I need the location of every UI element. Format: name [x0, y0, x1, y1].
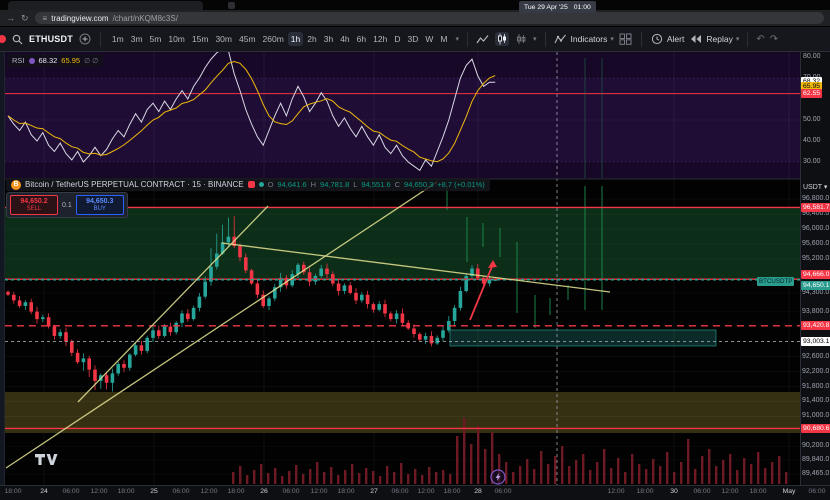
time-axis-tick: 12:00	[715, 488, 745, 495]
quantity-field[interactable]: 0.1	[62, 202, 72, 209]
time-axis-tick: 18:00	[331, 488, 361, 495]
rsi-level-label: 62.55	[801, 89, 822, 98]
time-axis-tick: 06:00	[56, 488, 86, 495]
time-axis-tick: 06:00	[488, 488, 518, 495]
rsi-axis-tick: 80.00	[803, 53, 821, 60]
time-axis-tick: 18:00	[630, 488, 660, 495]
tradingview-logo[interactable]	[34, 452, 60, 467]
sell-button[interactable]: 94,650.2 SELL	[10, 195, 58, 215]
rsi-axis-tick: 40.00	[803, 137, 821, 144]
price-level-label: 90,680.6	[801, 424, 830, 433]
ohlc-h-value: 94,781.8	[320, 180, 349, 189]
time-axis-tick: 12:00	[84, 488, 114, 495]
ohlc-change: +8.7 (+0.01%)	[437, 180, 485, 189]
time-axis-tick: 06:00	[687, 488, 717, 495]
time-axis-tick: 26	[249, 488, 279, 495]
price-level-label: 94,666.0	[801, 270, 830, 279]
sell-label: SELL	[27, 206, 42, 212]
time-axis-tick: 06:00	[166, 488, 196, 495]
time-axis-tick: 12:00	[194, 488, 224, 495]
crosshair-date: Tue 29 Apr '25	[524, 4, 568, 11]
time-axis-tick: 12:00	[304, 488, 334, 495]
chart-canvas[interactable]	[0, 0, 830, 500]
price-axis-tick: 90,200.0	[802, 442, 829, 449]
sell-price: 94,650.2	[20, 198, 47, 205]
rsi-axis-tick: 30.00	[803, 158, 821, 165]
symbol-title: Bitcoin / TetherUS PERPETUAL CONTRACT · …	[25, 180, 244, 189]
ohlc-c-label: C	[395, 180, 400, 189]
crosshair-time: 01:00	[574, 4, 591, 11]
time-axis-tick: 12:00	[601, 488, 631, 495]
left-toolbar-strip	[0, 52, 5, 500]
ohlc-h-label: H	[311, 180, 316, 189]
lightning-marker	[491, 470, 505, 484]
ohlc-o-value: 94,641.6	[277, 180, 306, 189]
rsi-ma-value: 65.95	[61, 56, 80, 65]
rsi-extra-values: ∅ ∅	[84, 57, 98, 65]
price-axis-tick: 89,840.0	[802, 456, 829, 463]
price-axis-tick: 89,465.0	[802, 470, 829, 477]
time-axis-tick: 18:00	[0, 488, 28, 495]
price-axis-currency[interactable]: USDT ▾	[803, 183, 827, 191]
rsi-axis-tick: 50.00	[803, 116, 821, 123]
rsi-label: RSI	[12, 56, 25, 65]
ohlc-c-value: 94,650.3	[404, 180, 433, 189]
ohlc-o-label: O	[268, 180, 274, 189]
crosshair-time-label: Tue 29 Apr '25 01:00	[519, 1, 596, 13]
price-axis-tick: 92,200.0	[802, 368, 829, 375]
price-axis-tick: 96,800.0	[802, 195, 829, 202]
app-window: → ↻ ≡ tradingview.com/chart/nKQM8c3S/ ET…	[0, 0, 830, 500]
time-axis-tick: 30	[659, 488, 689, 495]
time-axis-tick: 18:00	[111, 488, 141, 495]
symbol-price-tag: BTCUSDTP	[757, 277, 794, 286]
buy-button[interactable]: 94,650.3 BUY	[76, 195, 124, 215]
time-axis-tick: 18:00	[221, 488, 251, 495]
time-axis-tick: 06:00	[276, 488, 306, 495]
price-axis-tick: 96,000.0	[802, 225, 829, 232]
price-axis-tick: 91,000.0	[802, 412, 829, 419]
price-axis-tick: 93,800.0	[802, 308, 829, 315]
consolidation-box	[450, 330, 716, 346]
rsi-value: 68.32	[39, 56, 58, 65]
rsi-legend[interactable]: RSI 68.32 65.95 ∅ ∅	[7, 54, 103, 67]
time-axis-tick: 18:00	[743, 488, 773, 495]
price-level-label: 93,420.8	[801, 321, 830, 330]
order-panel: 94,650.2 SELL 0.1 94,650.3 BUY	[6, 192, 128, 218]
price-axis-tick: 95,200.0	[802, 255, 829, 262]
time-axis-tick: 25	[139, 488, 169, 495]
buy-price: 94,650.3	[86, 198, 113, 205]
price-level-label: 93,003.1	[801, 337, 830, 346]
price-level-label: 94,650.1	[801, 281, 830, 290]
ohlc-l-label: L	[353, 180, 357, 189]
rsi-source-dot-icon	[29, 58, 35, 64]
price-axis-tick: 91,800.0	[802, 383, 829, 390]
time-axis-tick: 06:00	[802, 488, 830, 495]
data-status-dot-icon	[259, 182, 264, 187]
price-axis-tick: 92,600.0	[802, 353, 829, 360]
bitcoin-icon: B	[11, 180, 21, 190]
buy-label: BUY	[94, 206, 106, 212]
market-status-icon	[248, 181, 255, 188]
time-axis-tick: 24	[29, 488, 59, 495]
time-axis-tick: May	[774, 488, 804, 495]
ohlc-l-value: 94,551.6	[361, 180, 390, 189]
symbol-title-row[interactable]: B Bitcoin / TetherUS PERPETUAL CONTRACT …	[6, 178, 490, 191]
price-axis-tick: 95,600.0	[802, 240, 829, 247]
price-axis-tick: 91,400.0	[802, 397, 829, 404]
price-level-label: 96,581.7	[801, 203, 830, 212]
